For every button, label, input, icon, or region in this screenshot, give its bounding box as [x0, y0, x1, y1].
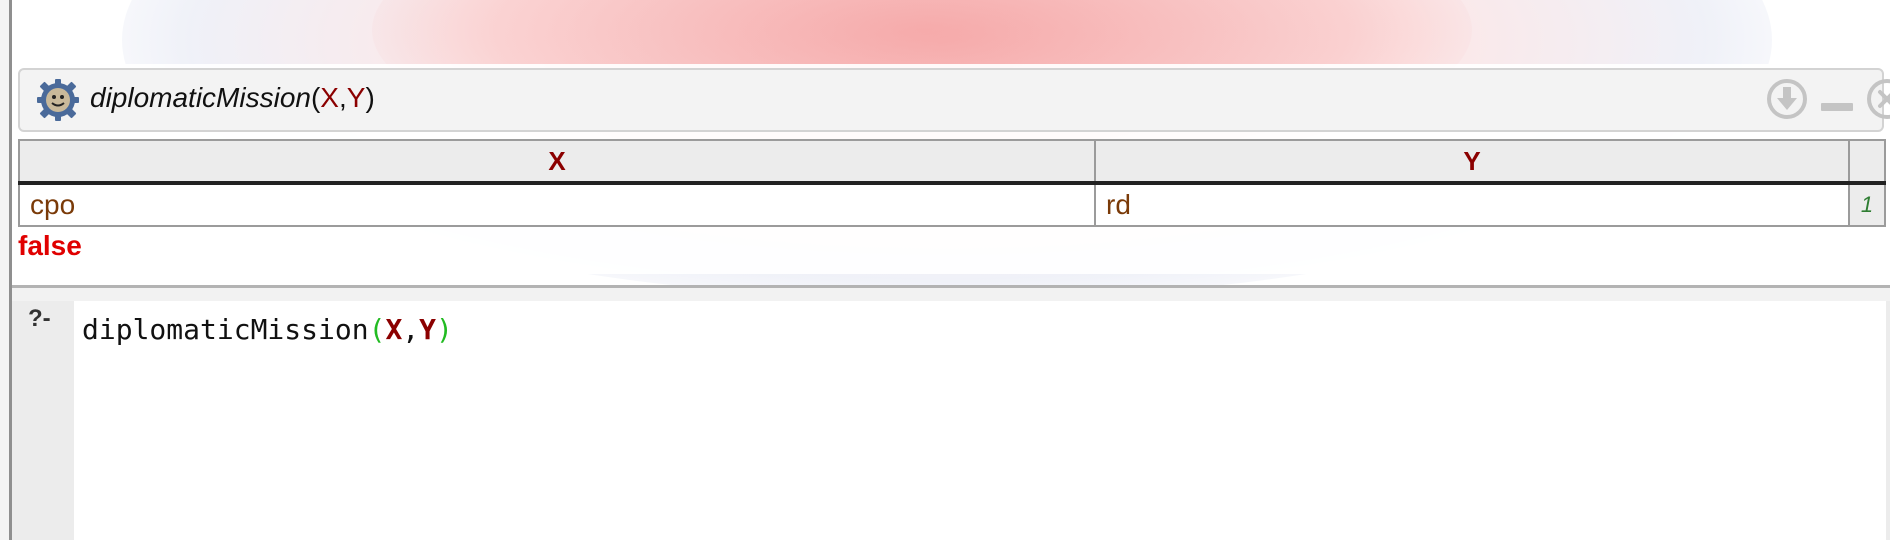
query-close-paren: ) — [365, 82, 375, 113]
left-gutter — [0, 0, 12, 540]
query-editor-text[interactable]: diplomaticMission(X,Y) — [82, 313, 453, 346]
results-pane: diplomaticMission(X,Y) X Y cpo rd 1 fals… — [12, 0, 1890, 285]
close-icon[interactable] — [1866, 78, 1890, 120]
download-icon[interactable] — [1766, 78, 1808, 120]
query-prompt: ?- — [28, 305, 51, 332]
row-index: 1 — [1848, 182, 1886, 227]
table-row[interactable]: cpo rd 1 — [18, 182, 1886, 227]
editor-open-paren: ( — [368, 313, 386, 346]
query-predicate: diplomaticMission — [90, 82, 311, 113]
results-table-container: X Y cpo rd 1 — [18, 139, 1886, 227]
query-open-paren: ( — [310, 82, 321, 113]
query-title-bar: diplomaticMission(X,Y) — [18, 68, 1890, 132]
query-var-y: Y — [346, 82, 366, 113]
cell-x: cpo — [18, 182, 1096, 227]
query-title: diplomaticMission(X,Y) — [90, 82, 375, 114]
column-header-index — [1848, 139, 1886, 185]
minimize-icon[interactable] — [1816, 78, 1858, 120]
editor-var-x: X — [385, 313, 403, 346]
query-editor-pane: ?- diplomaticMission(X,Y) — [12, 301, 1890, 540]
query-status: false — [18, 230, 82, 261]
cell-y: rd — [1094, 182, 1850, 227]
pane-splitter[interactable] — [12, 285, 1890, 301]
swish-app: diplomaticMission(X,Y) X Y cpo rd 1 fals… — [0, 0, 1890, 540]
query-var-x: X — [320, 82, 339, 113]
query-comma: , — [338, 82, 347, 113]
query-editor[interactable]: diplomaticMission(X,Y) — [74, 301, 1886, 540]
results-table: X Y cpo rd 1 — [18, 139, 1886, 227]
editor-var-y: Y — [419, 313, 437, 346]
column-header-x[interactable]: X — [18, 139, 1096, 185]
editor-predicate: diplomaticMission — [82, 313, 369, 346]
table-header-row: X Y — [18, 139, 1886, 185]
editor-comma: , — [402, 313, 420, 346]
column-header-y[interactable]: Y — [1094, 139, 1850, 185]
editor-close-paren: ) — [436, 313, 453, 346]
gear-icon[interactable] — [36, 78, 80, 122]
